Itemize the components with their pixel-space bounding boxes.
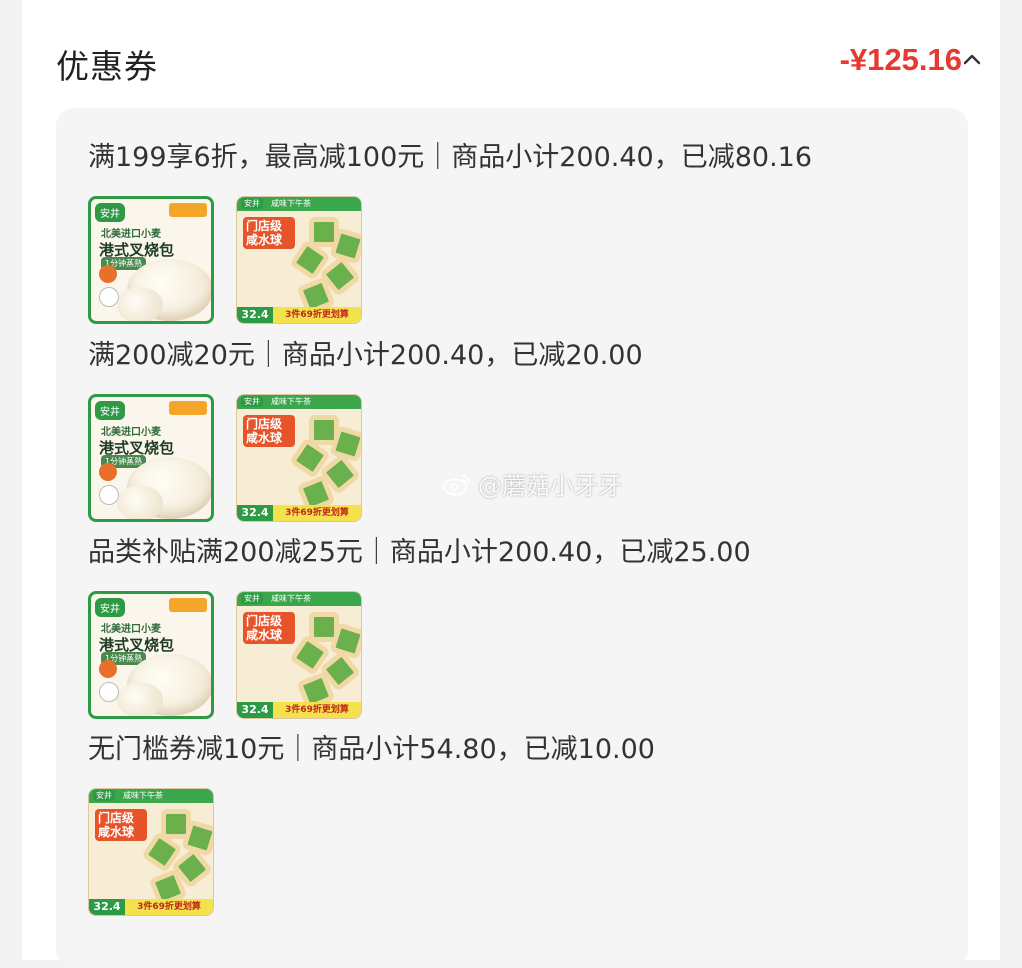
promo-banner: 3件69折更划算 [273,505,361,521]
bun-image-secondary [117,682,163,716]
product-tag: 北美进口小麦 [101,427,161,438]
sale-badge-icon [99,265,117,283]
product-tag: 北美进口小麦 [101,229,161,240]
badge-icon [169,203,207,217]
product-tag: 北美进口小麦 [101,624,161,635]
chevron-up-icon[interactable] [960,48,984,72]
weibo-icon [443,474,470,495]
promo-banner: 3件69折更划算 [273,702,361,718]
product-thumbnails: 安井 北美进口小麦 港式叉烧包 1分钟蒸熟 安井 咸味下午茶 门店级咸水球 32… [88,196,812,324]
coupon-group: 品类补贴满200减25元｜商品小计200.40，已减25.00 安井 北美进口小… [88,533,751,719]
banner-text: 咸味下午茶 [123,791,163,800]
brand-logo: 安井 [95,401,125,420]
product-title: 门店级咸水球 [243,612,295,644]
watermark: @蘑菇小牙牙 [442,466,622,501]
badge-icon [169,401,207,415]
product-title: 门店级咸水球 [95,809,147,841]
product-thumbnail-bun[interactable]: 安井 北美进口小麦 港式叉烧包 1分钟蒸熟 [88,196,214,324]
banner-text: 咸味下午茶 [271,397,311,406]
brand-logo: 安井 [95,203,125,222]
product-thumbnails: 安井 北美进口小麦 港式叉烧包 1分钟蒸熟 安井 咸味下午茶 门店级咸水球 32… [88,394,643,522]
coupon-summary: 品类补贴满200减25元｜商品小计200.40，已减25.00 [88,537,751,568]
banner-text: 咸味下午茶 [271,594,311,603]
product-thumbnail-bun[interactable]: 安井 北美进口小麦 港式叉烧包 1分钟蒸熟 [88,394,214,522]
banner-text: 咸味下午茶 [271,199,311,208]
brand-logo: 安井 [241,198,263,209]
sale-badge-icon [99,660,117,678]
coupon-group: 无门槛券减10元｜商品小计54.80，已减10.00 安井 咸味下午茶 门店级咸… [88,730,655,916]
price-badge: 32.4 [237,702,273,718]
product-title: 门店级咸水球 [243,415,295,447]
badge-icon [169,598,207,612]
brand-logo: 安井 [241,396,263,407]
sale-badge-icon [99,463,117,481]
coupon-summary: 满200减20元｜商品小计200.40，已减20.00 [88,340,643,371]
quality-badge-icon [99,682,119,702]
brand-logo: 安井 [93,790,115,801]
promo-banner: 3件69折更划算 [125,899,213,915]
brand-logo: 安井 [241,593,263,604]
product-title: 门店级咸水球 [243,217,295,249]
promo-banner: 3件69折更划算 [273,307,361,323]
product-thumbnail-salty-ball[interactable]: 安井 咸味下午茶 门店级咸水球 32.4 3件69折更划算 [88,788,214,916]
quality-badge-icon [99,485,119,505]
product-thumbnails: 安井 咸味下午茶 门店级咸水球 32.4 3件69折更划算 [88,788,655,916]
product-thumbnail-salty-ball[interactable]: 安井 咸味下午茶 门店级咸水球 32.4 3件69折更划算 [236,196,362,324]
product-thumbnail-salty-ball[interactable]: 安井 咸味下午茶 门店级咸水球 32.4 3件69折更划算 [236,394,362,522]
section-title: 优惠券 [56,47,158,86]
watermark-text: @蘑菇小牙牙 [478,472,622,500]
coupon-summary: 满199享6折，最高减100元｜商品小计200.40，已减80.16 [88,142,813,173]
coupon-group: 满199享6折，最高减100元｜商品小计200.40，已减80.16 安井 北美… [88,138,812,324]
brand-logo: 安井 [95,598,125,617]
bun-image-secondary [117,485,163,519]
product-thumbnail-salty-ball[interactable]: 安井 咸味下午茶 门店级咸水球 32.4 3件69折更划算 [236,591,362,719]
coupon-summary: 无门槛券减10元｜商品小计54.80，已减10.00 [88,734,655,765]
product-thumbnails: 安井 北美进口小麦 港式叉烧包 1分钟蒸熟 安井 咸味下午茶 门店级咸水球 32… [88,591,751,719]
price-badge: 32.4 [237,505,273,521]
quality-badge-icon [99,287,119,307]
bun-image-secondary [117,287,163,321]
total-discount: -¥125.16 [839,42,962,77]
product-thumbnail-bun[interactable]: 安井 北美进口小麦 港式叉烧包 1分钟蒸熟 [88,591,214,719]
price-badge: 32.4 [89,899,125,915]
price-badge: 32.4 [237,307,273,323]
